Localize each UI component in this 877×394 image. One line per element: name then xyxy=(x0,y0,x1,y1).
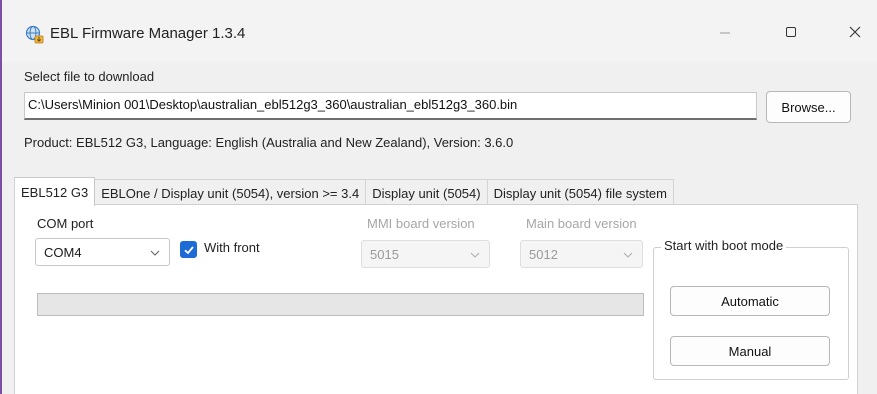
maximize-icon xyxy=(786,27,796,37)
mmi-board-version-label: MMI board version xyxy=(367,216,475,231)
product-info-text: Product: EBL512 G3, Language: English (A… xyxy=(24,135,514,150)
with-front-checkbox[interactable] xyxy=(180,241,197,258)
mmi-board-version-select[interactable]: 5015 xyxy=(361,240,490,268)
title-bar: EBL Firmware Manager 1.3.4 xyxy=(2,0,877,62)
main-board-version-label: Main board version xyxy=(526,216,637,231)
window-title: EBL Firmware Manager 1.3.4 xyxy=(50,25,246,42)
automatic-button[interactable]: Automatic xyxy=(670,286,830,316)
tab-display-unit-file-system[interactable]: Display unit (5054) file system xyxy=(487,179,674,206)
chevron-down-icon xyxy=(150,250,160,256)
chevron-down-icon xyxy=(623,252,633,258)
file-path-input[interactable]: C:\Users\Minion 001\Desktop\australian_e… xyxy=(24,92,757,120)
main-board-version-select[interactable]: 5012 xyxy=(520,240,643,268)
tab-ebl512-g3[interactable]: EBL512 G3 xyxy=(14,177,96,206)
minimize-icon xyxy=(720,32,730,34)
com-port-select[interactable]: COM4 xyxy=(35,238,170,266)
download-progress-bar xyxy=(37,293,644,316)
com-port-label: COM port xyxy=(37,216,94,231)
select-file-label: Select file to download xyxy=(24,69,155,84)
boot-mode-label: Start with boot mode xyxy=(661,238,787,253)
tab-strip: EBL512 G3 EBLOne / Display unit (5054), … xyxy=(14,177,674,206)
main-board-version-value: 5012 xyxy=(529,246,558,262)
mmi-board-version-value: 5015 xyxy=(370,246,399,262)
globe-download-icon xyxy=(24,24,44,44)
close-button[interactable] xyxy=(832,14,877,50)
tab-eblone-display-unit[interactable]: EBLOne / Display unit (5054), version >=… xyxy=(95,179,367,206)
browse-button[interactable]: Browse... xyxy=(766,91,851,123)
close-icon xyxy=(849,26,861,38)
app-window: EBL Firmware Manager 1.3.4 Select file t… xyxy=(0,0,877,394)
manual-button[interactable]: Manual xyxy=(670,336,830,366)
chevron-down-icon xyxy=(470,252,480,258)
maximize-button[interactable] xyxy=(768,14,814,50)
tab-display-unit[interactable]: Display unit (5054) xyxy=(366,179,488,206)
with-front-label: With front xyxy=(204,240,260,255)
minimize-button[interactable] xyxy=(702,14,748,50)
checkmark-icon xyxy=(183,245,194,254)
com-port-value: COM4 xyxy=(44,244,82,260)
